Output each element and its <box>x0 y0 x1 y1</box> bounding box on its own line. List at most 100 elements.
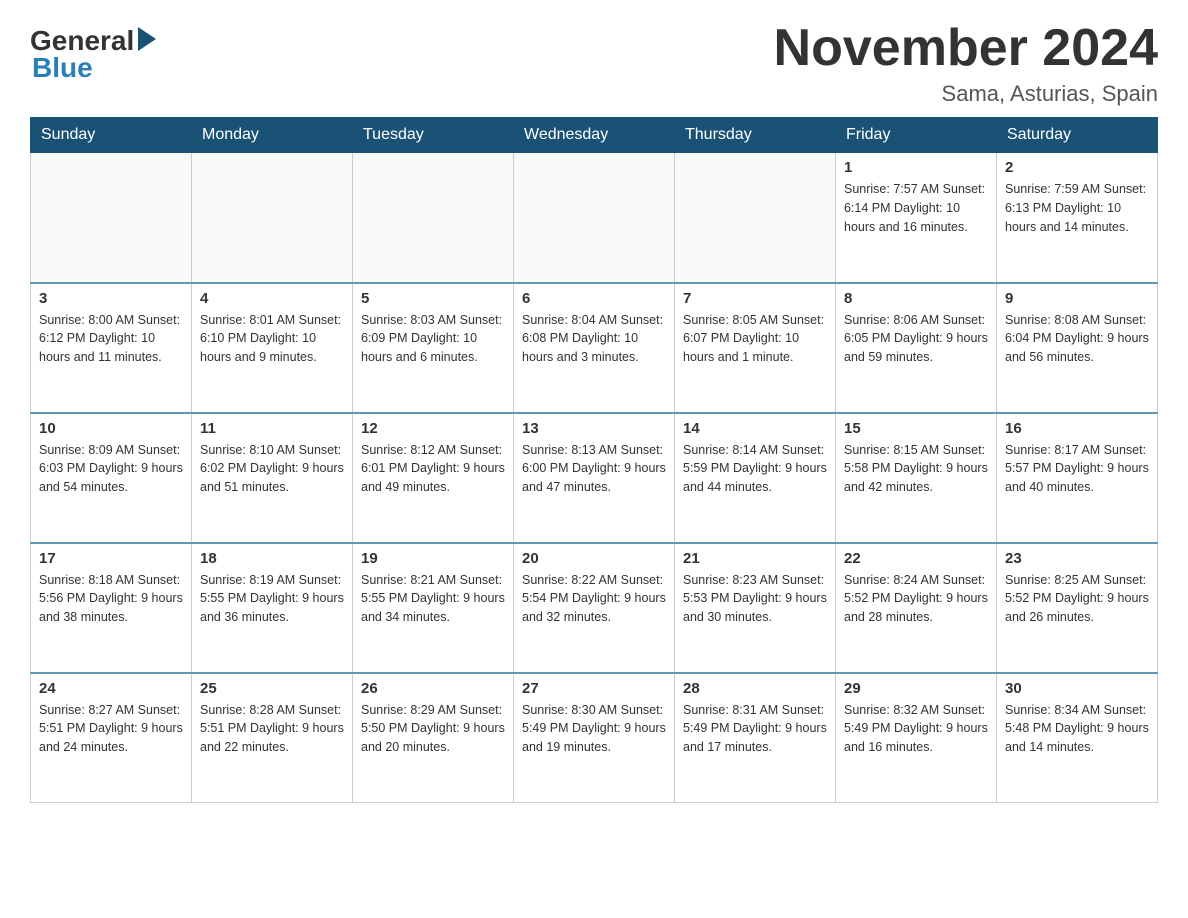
calendar-day-cell: 17 Sunrise: 8:18 AM Sunset: 5:56 PM Dayli… <box>31 543 192 673</box>
calendar-day-cell <box>514 153 675 283</box>
day-info: Sunrise: 8:21 AM Sunset: 5:55 PM Dayligh… <box>361 571 505 627</box>
calendar-day-cell: 20 Sunrise: 8:22 AM Sunset: 5:54 PM Dayli… <box>514 543 675 673</box>
day-number: 3 <box>39 290 183 307</box>
weekday-header-wednesday: Wednesday <box>514 118 675 153</box>
calendar-header-row: SundayMondayTuesdayWednesdayThursdayFrid… <box>31 118 1158 153</box>
day-number: 13 <box>522 420 666 437</box>
calendar-day-cell: 2 Sunrise: 7:59 AM Sunset: 6:13 PM Daylig… <box>997 153 1158 283</box>
day-info: Sunrise: 7:59 AM Sunset: 6:13 PM Dayligh… <box>1005 180 1149 236</box>
calendar-day-cell: 5Sunrise: 8:03 AM Sunset: 6:09 PM Daylig… <box>353 283 514 413</box>
calendar-day-cell <box>353 153 514 283</box>
calendar-week-row: 3Sunrise: 8:00 AM Sunset: 6:12 PM Daylig… <box>31 283 1158 413</box>
day-info: Sunrise: 8:05 AM Sunset: 6:07 PM Dayligh… <box>683 311 827 367</box>
calendar-day-cell: 26 Sunrise: 8:29 AM Sunset: 5:50 PM Dayli… <box>353 673 514 803</box>
day-info: Sunrise: 8:06 AM Sunset: 6:05 PM Dayligh… <box>844 311 988 367</box>
weekday-header-tuesday: Tuesday <box>353 118 514 153</box>
day-number: 9 <box>1005 290 1149 307</box>
day-number: 15 <box>844 420 988 437</box>
day-info: Sunrise: 8:03 AM Sunset: 6:09 PM Dayligh… <box>361 311 505 367</box>
day-info: Sunrise: 8:04 AM Sunset: 6:08 PM Dayligh… <box>522 311 666 367</box>
calendar-day-cell: 27 Sunrise: 8:30 AM Sunset: 5:49 PM Dayli… <box>514 673 675 803</box>
day-info: Sunrise: 8:19 AM Sunset: 5:55 PM Dayligh… <box>200 571 344 627</box>
calendar-week-row: 1 Sunrise: 7:57 AM Sunset: 6:14 PM Daylig… <box>31 153 1158 283</box>
calendar-day-cell <box>31 153 192 283</box>
day-number: 22 <box>844 550 988 567</box>
day-info: Sunrise: 8:08 AM Sunset: 6:04 PM Dayligh… <box>1005 311 1149 367</box>
calendar-day-cell: 22 Sunrise: 8:24 AM Sunset: 5:52 PM Dayli… <box>836 543 997 673</box>
day-number: 29 <box>844 680 988 697</box>
month-title: November 2024 <box>774 20 1158 77</box>
day-number: 6 <box>522 290 666 307</box>
calendar-day-cell: 8 Sunrise: 8:06 AM Sunset: 6:05 PM Daylig… <box>836 283 997 413</box>
day-info: Sunrise: 8:31 AM Sunset: 5:49 PM Dayligh… <box>683 701 827 757</box>
day-number: 26 <box>361 680 505 697</box>
day-info: Sunrise: 8:34 AM Sunset: 5:48 PM Dayligh… <box>1005 701 1149 757</box>
calendar-day-cell: 13Sunrise: 8:13 AM Sunset: 6:00 PM Dayli… <box>514 413 675 543</box>
weekday-header-saturday: Saturday <box>997 118 1158 153</box>
location-subtitle: Sama, Asturias, Spain <box>774 81 1158 107</box>
day-number: 8 <box>844 290 988 307</box>
day-number: 30 <box>1005 680 1149 697</box>
day-info: Sunrise: 8:12 AM Sunset: 6:01 PM Dayligh… <box>361 441 505 497</box>
page-header: General Blue November 2024 Sama, Asturia… <box>30 20 1158 107</box>
day-number: 25 <box>200 680 344 697</box>
logo: General Blue <box>30 20 156 84</box>
calendar-day-cell: 16Sunrise: 8:17 AM Sunset: 5:57 PM Dayli… <box>997 413 1158 543</box>
calendar-day-cell: 24 Sunrise: 8:27 AM Sunset: 5:51 PM Dayli… <box>31 673 192 803</box>
calendar-day-cell <box>192 153 353 283</box>
day-info: Sunrise: 8:24 AM Sunset: 5:52 PM Dayligh… <box>844 571 988 627</box>
calendar-week-row: 10Sunrise: 8:09 AM Sunset: 6:03 PM Dayli… <box>31 413 1158 543</box>
calendar-day-cell: 29 Sunrise: 8:32 AM Sunset: 5:49 PM Dayli… <box>836 673 997 803</box>
calendar-day-cell: 4Sunrise: 8:01 AM Sunset: 6:10 PM Daylig… <box>192 283 353 413</box>
day-number: 18 <box>200 550 344 567</box>
day-number: 21 <box>683 550 827 567</box>
day-info: Sunrise: 8:09 AM Sunset: 6:03 PM Dayligh… <box>39 441 183 497</box>
day-number: 4 <box>200 290 344 307</box>
day-number: 19 <box>361 550 505 567</box>
day-number: 16 <box>1005 420 1149 437</box>
day-info: Sunrise: 8:10 AM Sunset: 6:02 PM Dayligh… <box>200 441 344 497</box>
day-info: Sunrise: 8:30 AM Sunset: 5:49 PM Dayligh… <box>522 701 666 757</box>
day-number: 2 <box>1005 159 1149 176</box>
day-info: Sunrise: 8:23 AM Sunset: 5:53 PM Dayligh… <box>683 571 827 627</box>
calendar-day-cell: 23 Sunrise: 8:25 AM Sunset: 5:52 PM Dayli… <box>997 543 1158 673</box>
calendar-day-cell: 21 Sunrise: 8:23 AM Sunset: 5:53 PM Dayli… <box>675 543 836 673</box>
day-info: Sunrise: 8:22 AM Sunset: 5:54 PM Dayligh… <box>522 571 666 627</box>
calendar-day-cell: 6 Sunrise: 8:04 AM Sunset: 6:08 PM Daylig… <box>514 283 675 413</box>
day-info: Sunrise: 8:25 AM Sunset: 5:52 PM Dayligh… <box>1005 571 1149 627</box>
day-info: Sunrise: 8:15 AM Sunset: 5:58 PM Dayligh… <box>844 441 988 497</box>
calendar-day-cell: 15 Sunrise: 8:15 AM Sunset: 5:58 PM Dayli… <box>836 413 997 543</box>
day-number: 14 <box>683 420 827 437</box>
calendar-day-cell: 11 Sunrise: 8:10 AM Sunset: 6:02 PM Dayli… <box>192 413 353 543</box>
day-info: Sunrise: 8:32 AM Sunset: 5:49 PM Dayligh… <box>844 701 988 757</box>
day-info: Sunrise: 8:27 AM Sunset: 5:51 PM Dayligh… <box>39 701 183 757</box>
calendar-day-cell: 25 Sunrise: 8:28 AM Sunset: 5:51 PM Dayli… <box>192 673 353 803</box>
day-info: Sunrise: 8:18 AM Sunset: 5:56 PM Dayligh… <box>39 571 183 627</box>
day-number: 24 <box>39 680 183 697</box>
day-number: 7 <box>683 290 827 307</box>
logo-blue-text: Blue <box>30 52 93 84</box>
calendar-day-cell: 18 Sunrise: 8:19 AM Sunset: 5:55 PM Dayli… <box>192 543 353 673</box>
day-number: 12 <box>361 420 505 437</box>
day-number: 28 <box>683 680 827 697</box>
day-info: Sunrise: 7:57 AM Sunset: 6:14 PM Dayligh… <box>844 180 988 236</box>
calendar-week-row: 17 Sunrise: 8:18 AM Sunset: 5:56 PM Dayli… <box>31 543 1158 673</box>
weekday-header-friday: Friday <box>836 118 997 153</box>
day-number: 20 <box>522 550 666 567</box>
day-number: 23 <box>1005 550 1149 567</box>
day-number: 11 <box>200 420 344 437</box>
day-info: Sunrise: 8:14 AM Sunset: 5:59 PM Dayligh… <box>683 441 827 497</box>
day-info: Sunrise: 8:28 AM Sunset: 5:51 PM Dayligh… <box>200 701 344 757</box>
day-number: 17 <box>39 550 183 567</box>
calendar-day-cell: 12 Sunrise: 8:12 AM Sunset: 6:01 PM Dayli… <box>353 413 514 543</box>
calendar-day-cell: 30 Sunrise: 8:34 AM Sunset: 5:48 PM Dayli… <box>997 673 1158 803</box>
calendar-day-cell: 1 Sunrise: 7:57 AM Sunset: 6:14 PM Daylig… <box>836 153 997 283</box>
weekday-header-sunday: Sunday <box>31 118 192 153</box>
day-number: 27 <box>522 680 666 697</box>
calendar-week-row: 24 Sunrise: 8:27 AM Sunset: 5:51 PM Dayli… <box>31 673 1158 803</box>
day-number: 1 <box>844 159 988 176</box>
day-info: Sunrise: 8:29 AM Sunset: 5:50 PM Dayligh… <box>361 701 505 757</box>
calendar-day-cell: 7 Sunrise: 8:05 AM Sunset: 6:07 PM Daylig… <box>675 283 836 413</box>
calendar-day-cell: 19 Sunrise: 8:21 AM Sunset: 5:55 PM Dayli… <box>353 543 514 673</box>
calendar-day-cell: 10Sunrise: 8:09 AM Sunset: 6:03 PM Dayli… <box>31 413 192 543</box>
